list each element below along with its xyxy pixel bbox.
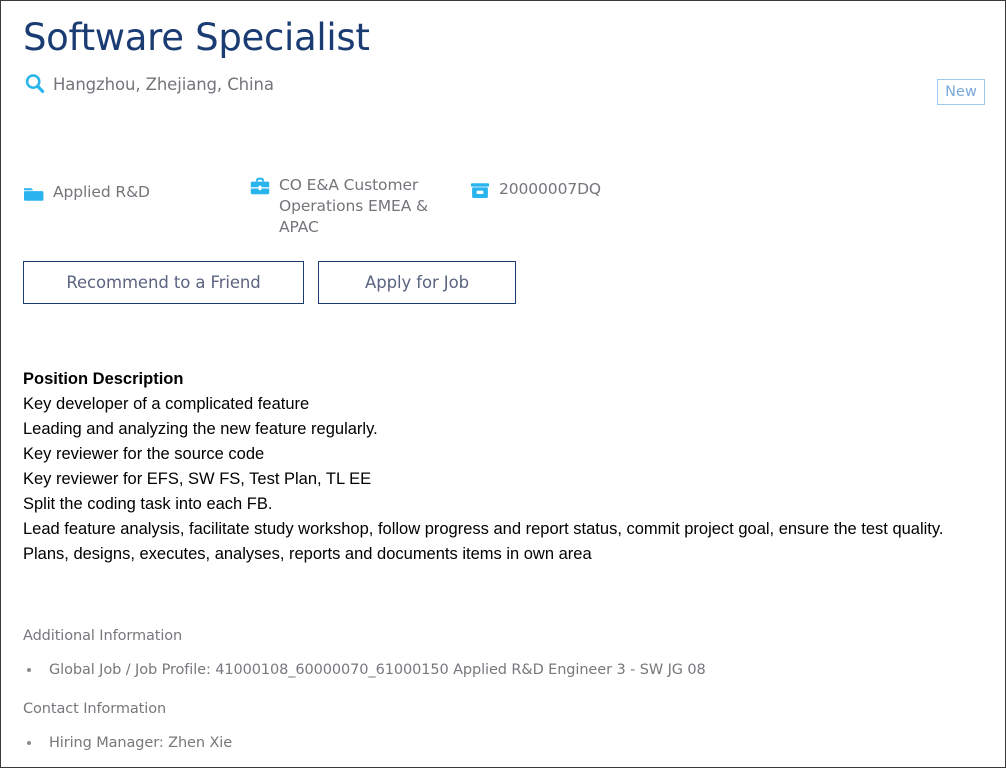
additional-information-list: Global Job / Job Profile: 41000108_60000… [23,660,963,681]
contact-information-heading: Contact Information [23,701,167,717]
status-badge: New [937,79,985,105]
search-icon [23,72,47,96]
list-item: Global Job / Job Profile: 41000108_60000… [23,660,963,681]
contact-information-section: Contact Information Hiring Manager: Zhen… [23,699,963,754]
description-line: Lead feature analysis, facilitate study … [23,520,944,538]
briefcase-icon [249,176,271,198]
location-text: Hangzhou, Zhejiang, China [53,74,274,94]
list-item-text: Hiring Manager: Zhen Xie [49,735,233,751]
folder-icon [23,183,45,205]
description-line: Plans, designs, executes, analyses, repo… [23,545,592,563]
description-line: Split the coding task into each FB. [23,495,273,513]
page-title: Software Specialist [23,16,370,59]
job-posting-page: Software Specialist Hangzhou, Zhejiang, … [0,0,1006,768]
recommend-to-friend-button[interactable]: Recommend to a Friend [23,261,304,304]
description-line: Key reviewer for the source code [23,445,265,463]
description-line: Leading and analyzing the new feature re… [23,420,378,438]
meta-item-department: Applied R&D [23,182,150,205]
job-meta-row: Applied R&D CO E&A Customer Operations E… [23,175,963,238]
meta-label-department: Applied R&D [53,183,150,201]
bullet-icon [27,741,31,745]
description-line: Key developer of a complicated feature [23,395,310,413]
action-button-row: Recommend to a Friend Apply for Job [23,261,516,304]
contact-information-list: Hiring Manager: Zhen Xie [23,733,963,754]
meta-label-organization: CO E&A Customer Operations EMEA & APAC [279,176,429,236]
meta-item-requisition: 20000007DQ [469,179,601,202]
meta-item-organization: CO E&A Customer Operations EMEA & APAC [249,175,449,238]
page-content: Software Specialist Hangzhou, Zhejiang, … [1,1,1005,767]
additional-information-heading: Additional Information [23,628,183,644]
list-item-text: Global Job / Job Profile: 41000108_60000… [49,662,706,678]
additional-information-section: Additional Information Global Job / Job … [23,626,963,681]
meta-label-requisition: 20000007DQ [499,180,602,198]
position-description: Position Description Key developer of a … [23,367,969,567]
apply-for-job-button[interactable]: Apply for Job [318,261,516,304]
location-row: Hangzhou, Zhejiang, China [23,71,983,97]
list-item: Hiring Manager: Zhen Xie [23,733,963,754]
position-description-heading: Position Description [23,370,184,388]
bullet-icon [27,668,31,672]
description-line: Key reviewer for EFS, SW FS, Test Plan, … [23,470,372,488]
archive-box-icon [469,180,491,202]
